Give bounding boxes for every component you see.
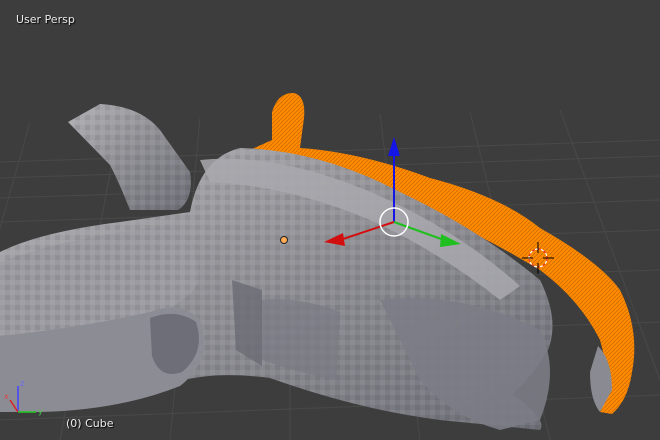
object-origin-icon[interactable] [280, 236, 288, 244]
svg-text:y: y [38, 407, 43, 416]
active-object-label: (0) Cube [66, 417, 114, 430]
view-mode-label: User Persp [16, 13, 75, 26]
svg-text:z: z [20, 379, 24, 388]
viewport-scene[interactable]: z x y [0, 0, 660, 440]
svg-text:x: x [4, 392, 9, 401]
3d-viewport[interactable]: z x y User Persp (0) Cube [0, 0, 660, 440]
